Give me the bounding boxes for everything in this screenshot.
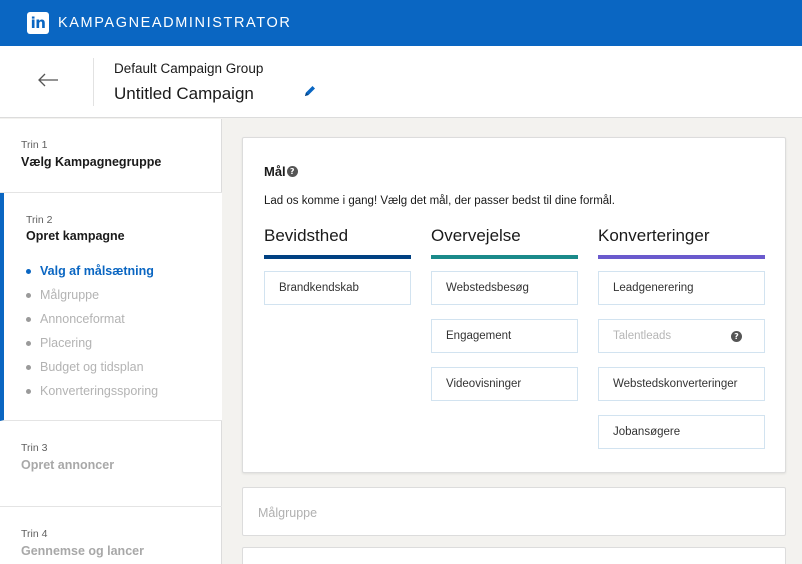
objective-option-job-applicants[interactable]: Jobansøgere bbox=[598, 415, 765, 449]
step-number: Trin 4 bbox=[21, 528, 48, 540]
substep-objective[interactable]: Valg af målsætning bbox=[26, 259, 158, 283]
substep-label: Valg af målsætning bbox=[40, 264, 154, 278]
step-title: Opret annoncer bbox=[21, 458, 115, 472]
objective-option-website-conversions[interactable]: Webstedskonverteringer bbox=[598, 367, 765, 401]
audience-section[interactable]: Målgruppe bbox=[242, 487, 786, 536]
bullet-icon bbox=[26, 268, 31, 274]
objective-option-website-visits[interactable]: Webstedsbesøg bbox=[431, 271, 578, 305]
objective-title: Mål ? bbox=[264, 164, 298, 179]
campaign-group-name: Default Campaign Group bbox=[114, 61, 264, 76]
objective-option-brand-awareness[interactable]: Brandkendskab bbox=[264, 271, 411, 305]
steps-sidebar: Trin 1 Vælg Kampagnegruppe Trin 2 Opret … bbox=[0, 119, 222, 564]
substep-label: Konverteringssporing bbox=[40, 384, 159, 398]
objective-title-text: Mål bbox=[264, 164, 286, 179]
objective-card: Mål ? Lad os komme i gang! Vælg det mål,… bbox=[242, 137, 786, 473]
substep-list: Valg af målsætning Målgruppe Annonceform… bbox=[26, 259, 158, 403]
column-heading: Overvejelse bbox=[431, 226, 521, 245]
step-2[interactable]: Trin 2 Opret kampagne Valg af målsætning… bbox=[0, 193, 222, 421]
column-color-bar bbox=[598, 255, 765, 259]
column-heading: Konverteringer bbox=[598, 226, 710, 245]
back-button[interactable] bbox=[30, 62, 66, 98]
column-awareness: Bevidsthed Brandkendskab bbox=[264, 226, 411, 319]
linkedin-logo[interactable]: in bbox=[27, 12, 49, 34]
column-color-bar bbox=[431, 255, 578, 259]
step-number: Trin 3 bbox=[21, 442, 48, 454]
section-title: Målgruppe bbox=[258, 506, 318, 520]
column-consideration: Overvejelse Webstedsbesøg Engagement Vid… bbox=[431, 226, 578, 415]
column-color-bar bbox=[264, 255, 411, 259]
substep-ad-format[interactable]: Annonceformat bbox=[26, 307, 158, 331]
substep-placement[interactable]: Placering bbox=[26, 331, 158, 355]
objective-option-video-views[interactable]: Videovisninger bbox=[431, 367, 578, 401]
step-number: Trin 1 bbox=[21, 139, 48, 151]
step-1[interactable]: Trin 1 Vælg Kampagnegruppe bbox=[0, 119, 222, 193]
bullet-icon bbox=[26, 292, 31, 298]
bullet-icon bbox=[26, 364, 31, 370]
column-conversions: Konverteringer Leadgenerering Talentlead… bbox=[598, 226, 765, 463]
campaign-name: Untitled Campaign bbox=[114, 84, 254, 103]
bullet-icon bbox=[26, 388, 31, 394]
header-divider bbox=[93, 58, 94, 106]
objective-option-lead-generation[interactable]: Leadgenerering bbox=[598, 271, 765, 305]
bullet-icon bbox=[26, 316, 31, 322]
objective-option-engagement[interactable]: Engagement bbox=[431, 319, 578, 353]
question-circle-icon[interactable]: ? bbox=[286, 166, 298, 177]
objective-option-talent-leads: Talentleads ? bbox=[598, 319, 765, 353]
substep-label: Målgruppe bbox=[40, 288, 100, 302]
substep-label: Placering bbox=[40, 336, 93, 350]
campaign-header: Default Campaign Group Untitled Campaign bbox=[0, 46, 802, 118]
substep-conversion-tracking[interactable]: Konverteringssporing bbox=[26, 379, 158, 403]
top-bar: in KAMPAGNEADMINISTRATOR bbox=[0, 0, 802, 46]
column-heading: Bevidsthed bbox=[264, 226, 349, 245]
logo-text: in bbox=[30, 13, 46, 32]
step-number: Trin 2 bbox=[26, 214, 53, 226]
pencil-icon[interactable] bbox=[302, 83, 318, 99]
step-title: Gennemse og lancer bbox=[21, 544, 144, 558]
next-section[interactable] bbox=[242, 547, 786, 564]
arrow-left-icon bbox=[38, 73, 58, 87]
substep-label: Budget og tidsplan bbox=[40, 360, 144, 374]
substep-label: Annonceformat bbox=[40, 312, 125, 326]
objective-description: Lad os komme i gang! Vælg det mål, der p… bbox=[264, 195, 615, 207]
option-label: Talentleads bbox=[613, 330, 672, 342]
bullet-icon bbox=[26, 340, 31, 346]
app-title: KAMPAGNEADMINISTRATOR bbox=[58, 15, 292, 31]
substep-audience[interactable]: Målgruppe bbox=[26, 283, 158, 307]
question-circle-icon[interactable]: ? bbox=[731, 331, 742, 342]
step-3[interactable]: Trin 3 Opret annoncer bbox=[0, 421, 222, 507]
step-title: Opret kampagne bbox=[26, 229, 125, 243]
substep-budget[interactable]: Budget og tidsplan bbox=[26, 355, 158, 379]
step-4[interactable]: Trin 4 Gennemse og lancer bbox=[0, 507, 222, 564]
step-title: Vælg Kampagnegruppe bbox=[21, 155, 162, 169]
